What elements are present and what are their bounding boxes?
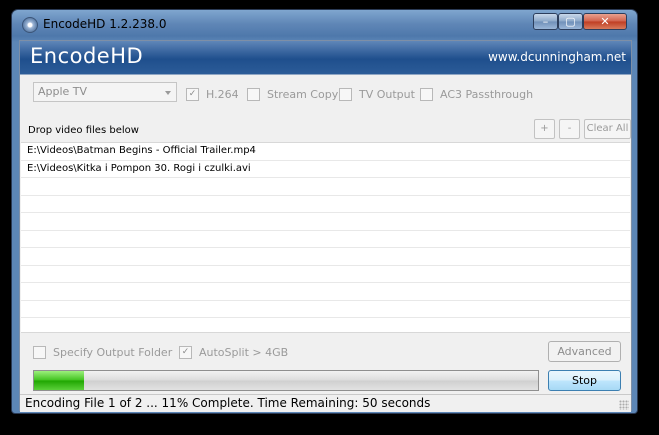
- add-file-button[interactable]: +: [534, 119, 555, 139]
- tv-output-label: TV Output: [359, 88, 415, 101]
- remove-file-button[interactable]: -: [559, 119, 580, 139]
- autosplit-checkbox[interactable]: ✓ AutoSplit > 4GB: [179, 346, 288, 359]
- file-list-item[interactable]: E:\Videos\Batman Begins - Official Trail…: [21, 143, 630, 161]
- empty-list-row: [21, 248, 630, 266]
- specify-output-folder-label: Specify Output Folder: [53, 346, 173, 359]
- empty-list-row: [21, 301, 630, 318]
- stop-button[interactable]: Stop: [548, 370, 621, 391]
- drop-files-label: Drop video files below: [28, 125, 139, 136]
- file-list[interactable]: E:\Videos\Batman Begins - Official Trail…: [21, 142, 630, 333]
- checkbox-empty-icon: [33, 346, 46, 359]
- empty-list-row: [21, 283, 630, 301]
- empty-list-row: [21, 318, 630, 332]
- app-window: EncodeHD 1.2.238.0 – ▢ ✕ EncodeHD www.dc…: [11, 9, 638, 414]
- checkbox-empty-icon: [247, 88, 260, 101]
- stream-copy-label: Stream Copy: [267, 88, 339, 101]
- website-link[interactable]: www.dcunningham.net: [488, 50, 626, 64]
- maximize-button[interactable]: ▢: [558, 13, 583, 30]
- file-list-item[interactable]: E:\Videos\Kitka i Pompon 30. Rogi i czul…: [21, 161, 630, 178]
- device-select-value: Apple TV: [38, 85, 88, 98]
- options-bar: Apple TV ✓ H.264 Stream Copy TV Output A…: [20, 75, 631, 109]
- ac3-passthrough-checkbox[interactable]: AC3 Passthrough: [420, 88, 533, 101]
- client-area: EncodeHD www.dcunningham.net Apple TV ✓ …: [19, 40, 632, 412]
- banner: EncodeHD www.dcunningham.net: [20, 41, 631, 75]
- title-bar[interactable]: EncodeHD 1.2.238.0 – ▢ ✕: [12, 10, 637, 40]
- empty-list-row: [21, 266, 630, 283]
- minimize-button[interactable]: –: [533, 13, 558, 30]
- autosplit-label: AutoSplit > 4GB: [199, 346, 289, 359]
- status-bar: Encoding File 1 of 2 ... 11% Complete. T…: [20, 394, 631, 412]
- stream-copy-checkbox[interactable]: Stream Copy: [247, 88, 338, 101]
- brand-logo: EncodeHD: [30, 44, 144, 68]
- clear-all-button[interactable]: Clear All: [584, 119, 631, 139]
- ac3-passthrough-label: AC3 Passthrough: [440, 88, 534, 101]
- check-icon: ✓: [179, 346, 192, 359]
- close-button[interactable]: ✕: [583, 13, 627, 30]
- status-text: Encoding File 1 of 2 ... 11% Complete. T…: [25, 396, 431, 410]
- empty-list-row: [21, 178, 630, 196]
- h264-label: H.264: [206, 88, 239, 101]
- window-title: EncodeHD 1.2.238.0: [43, 17, 167, 31]
- advanced-button[interactable]: Advanced: [548, 341, 621, 362]
- checkbox-empty-icon: [339, 88, 352, 101]
- empty-list-row: [21, 213, 630, 231]
- encode-progress-bar: [33, 370, 539, 391]
- chevron-down-icon: [165, 91, 171, 95]
- app-disc-icon[interactable]: [22, 17, 38, 33]
- empty-list-row: [21, 196, 630, 213]
- resize-grip-icon[interactable]: [619, 400, 629, 410]
- empty-list-row: [21, 231, 630, 248]
- progress-fill: [34, 371, 85, 390]
- h264-checkbox[interactable]: ✓ H.264: [186, 88, 239, 101]
- check-icon: ✓: [186, 88, 199, 101]
- checkbox-empty-icon: [420, 88, 433, 101]
- specify-output-folder-checkbox[interactable]: Specify Output Folder: [33, 346, 172, 359]
- tv-output-checkbox[interactable]: TV Output: [339, 88, 415, 101]
- device-select[interactable]: Apple TV: [33, 82, 177, 102]
